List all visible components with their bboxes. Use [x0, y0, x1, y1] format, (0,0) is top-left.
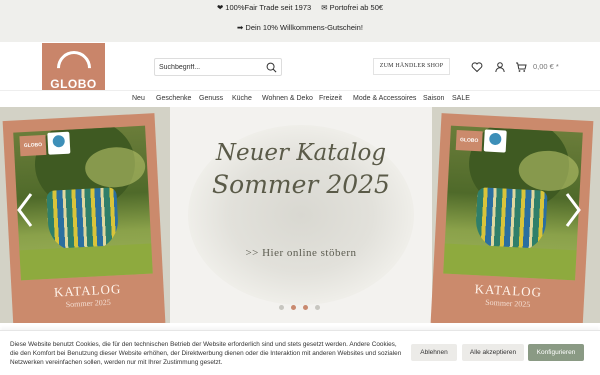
heart-icon[interactable]: [471, 61, 483, 73]
nav-item-wohnen-deko[interactable]: Wohnen & Deko: [262, 95, 313, 102]
main-navigation: Neu Geschenke Genuss Küche Wohnen & Deko…: [0, 90, 600, 107]
cart-total[interactable]: 0,00 € *: [533, 62, 559, 71]
slider-dot[interactable]: [291, 305, 296, 310]
reject-cookies-button[interactable]: Ablehnen: [411, 344, 457, 361]
voucher-link[interactable]: ➡ Dein 10% Willkommens-Gutschein!: [0, 23, 600, 32]
nav-item-kueche[interactable]: Küche: [232, 95, 252, 102]
chevron-left-icon[interactable]: [14, 190, 36, 230]
cookie-text: Diese Website benutzt Cookies, die für d…: [10, 341, 402, 366]
dealer-shop-button[interactable]: ZUM HÄNDLER SHOP: [373, 58, 450, 75]
catalog-logo: GLOBO: [19, 134, 47, 157]
top-info-bar: ❤ 100%Fair Trade seit 1973 ✉ Portofrei a…: [0, 0, 600, 42]
search-icon[interactable]: [266, 62, 277, 73]
shipping-notice: ✉ Portofrei ab 50€: [321, 3, 384, 12]
catalog-logo: GLOBO: [455, 129, 483, 152]
slider-dot[interactable]: [315, 305, 320, 310]
hero-title-line2: Sommer 2025: [212, 170, 390, 199]
top-info-row: ❤ 100%Fair Trade seit 1973 ✉ Portofrei a…: [0, 3, 600, 12]
hero-slider[interactable]: GLOBO KATALOG Sommer 2025 Neuer Katalog …: [0, 107, 600, 323]
fairtrade-notice: ❤ 100%Fair Trade seit 1973: [216, 3, 312, 12]
accept-all-cookies-button[interactable]: Alle akzeptieren: [462, 344, 524, 361]
hero-cta-link[interactable]: >> Hier online stöbern: [170, 247, 432, 259]
chevron-right-icon[interactable]: [562, 190, 584, 230]
logo-name: GLOBO: [50, 77, 97, 91]
hero-title: Neuer Katalog Sommer 2025: [170, 137, 432, 201]
search-box: [154, 58, 282, 76]
fairtrade-badge-icon: [483, 129, 507, 153]
hero-banner[interactable]: Neuer Katalog Sommer 2025 >> Hier online…: [170, 107, 432, 323]
fairtrade-badge-icon: [47, 131, 71, 155]
nav-item-saison[interactable]: Saison: [423, 95, 444, 102]
slider-dot[interactable]: [279, 305, 284, 310]
cart-icon[interactable]: [515, 61, 527, 73]
slider-dot[interactable]: [303, 305, 308, 310]
configure-cookies-button[interactable]: Konfigurieren: [528, 344, 584, 361]
user-icon[interactable]: [494, 61, 506, 73]
slider-dots: [279, 305, 323, 311]
nav-item-genuss[interactable]: Genuss: [199, 95, 223, 102]
nav-item-sale[interactable]: SALE: [452, 95, 470, 102]
nav-item-neu[interactable]: Neu: [132, 95, 145, 102]
cookie-banner: Diese Website benutzt Cookies, die für d…: [0, 330, 600, 375]
nav-item-geschenke[interactable]: Geschenke: [156, 95, 191, 102]
nav-item-mode-accessoires[interactable]: Mode & Accessoires: [353, 95, 416, 102]
search-input[interactable]: [159, 61, 263, 73]
nav-item-freizeit[interactable]: Freizeit: [319, 95, 342, 102]
hero-title-line1: Neuer Katalog: [215, 140, 387, 166]
